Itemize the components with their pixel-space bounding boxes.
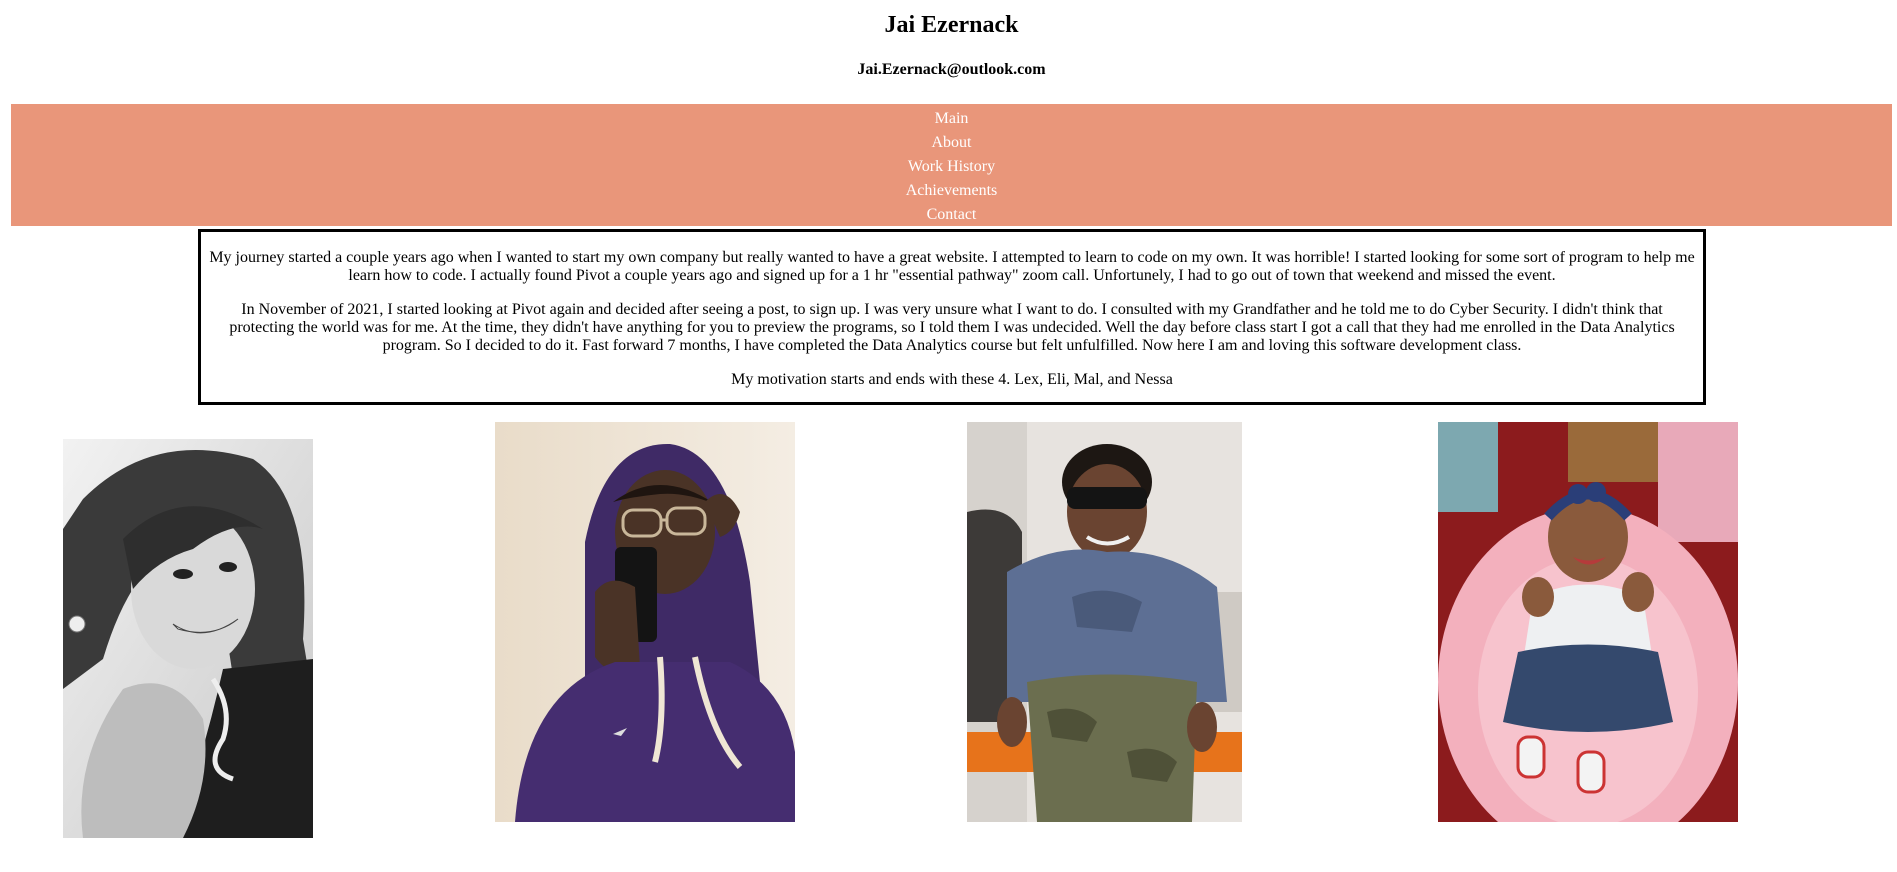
about-story-box: My journey started a couple years ago wh… (198, 229, 1706, 405)
family-photo-eli (495, 422, 795, 822)
nav-link-contact[interactable]: Contact (11, 203, 1892, 227)
main-nav: Main About Work History Achievements Con… (11, 104, 1892, 226)
story-paragraph: My journey started a couple years ago wh… (209, 249, 1695, 284)
portrait-image (967, 422, 1242, 822)
page: Jai Ezernack Jai.Ezernack@outlook.com Ma… (0, 0, 1897, 872)
motivation-line: My motivation starts and ends with these… (731, 371, 1173, 388)
nav-link-about[interactable]: About (11, 131, 1892, 155)
nav-link-main[interactable]: Main (11, 107, 1892, 131)
contact-email: Jai.Ezernack@outlook.com (857, 61, 1046, 78)
site-title: Jai Ezernack (884, 12, 1019, 38)
family-photo-mal (967, 422, 1242, 822)
story-paragraph: In November of 2021, I started looking a… (229, 301, 1675, 354)
portrait-image (63, 439, 313, 838)
portrait-image (1438, 422, 1738, 822)
nav-link-achievements[interactable]: Achievements (11, 179, 1892, 203)
nav-link-work-history[interactable]: Work History (11, 155, 1892, 179)
portrait-image (495, 422, 795, 822)
family-photo-lex (63, 439, 313, 838)
family-photo-nessa (1438, 422, 1738, 822)
